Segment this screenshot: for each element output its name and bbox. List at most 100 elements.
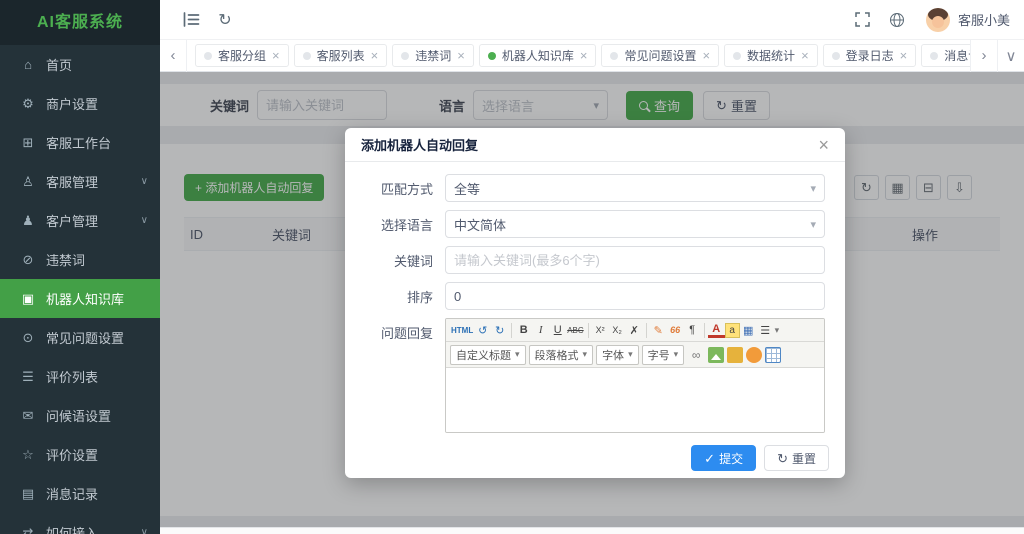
sidebar-item-customer-manage[interactable]: ♟ 客户管理 ∨ [0, 201, 160, 240]
strikethrough-icon[interactable]: ABC [566, 321, 584, 339]
match-mode-select[interactable]: 全等 ▾ [445, 174, 825, 202]
language-select-label: 选择语言 [380, 217, 433, 233]
sidebar-item-label: 客服工作台 [46, 136, 112, 151]
subscript-icon[interactable]: X₂ [609, 321, 626, 339]
tabs-menu-button[interactable]: ∨ [997, 39, 1024, 72]
paragraph-icon[interactable]: ¶ [684, 321, 701, 339]
reply-field-label: 问题回复 [380, 326, 433, 341]
remove-format-icon[interactable]: ✗ [626, 321, 643, 339]
sidebar-item-merchant-settings[interactable]: ⚙ 商户设置 [0, 84, 160, 123]
tab-close-icon[interactable]: × [457, 49, 465, 62]
tabs-scroll-left-button[interactable]: ‹ [160, 39, 187, 72]
modal-title: 添加机器人自动回复 [361, 138, 479, 153]
tab-item[interactable]: 客服分组 × [195, 44, 289, 67]
refresh-page-button[interactable]: ↻ [208, 0, 242, 40]
modal-header: 添加机器人自动回复 × [345, 128, 845, 162]
match-mode-label: 匹配方式 [380, 181, 433, 197]
emoji-icon[interactable] [746, 346, 763, 363]
list-style-icon[interactable]: ☰ [757, 321, 774, 339]
sidebar-item-review-list[interactable]: ☰ 评价列表 [0, 357, 160, 396]
sidebar-item-faq-settings[interactable]: ⊙ 常见问题设置 [0, 318, 160, 357]
modal-reset-button[interactable]: ↻ 重置 [764, 445, 829, 471]
tab-item[interactable]: 常见问题设置 × [601, 44, 720, 67]
sidebar-item-banned-words[interactable]: ⊘ 违禁词 [0, 240, 160, 279]
sidebar-item-label: 机器人知识库 [46, 292, 125, 307]
username: 客服小美 [957, 13, 1010, 28]
star-icon: ☆ [22, 446, 34, 462]
redo-icon[interactable]: ↻ [491, 321, 508, 339]
tab-dot-icon [204, 51, 212, 60]
chevron-right-icon: › [981, 47, 987, 64]
refresh-icon: ↻ [777, 450, 788, 466]
tab-item[interactable]: 违禁词 × [392, 44, 474, 67]
font-size-select[interactable]: 字号 ▾ [641, 344, 685, 365]
fullscreen-button[interactable] [846, 0, 880, 40]
custom-title-label: 自定义标题 [456, 349, 511, 362]
tab-item[interactable]: 数据统计 × [724, 44, 818, 67]
insert-table-icon[interactable] [765, 346, 782, 363]
sidebar-item-robot-knowledge-base[interactable]: ▣ 机器人知识库 [0, 279, 160, 318]
tab-item[interactable]: 消息记录 × [921, 44, 970, 67]
people-icon: ♟ [22, 212, 34, 228]
insert-grid-icon[interactable]: ▦ [740, 321, 757, 339]
toolbar-divider [703, 322, 705, 338]
sidebar-item-review-settings[interactable]: ☆ 评价设置 [0, 435, 160, 474]
paragraph-format-label: 段落格式 [534, 349, 579, 362]
tab-item-active[interactable]: 机器人知识库 × [478, 44, 597, 67]
sidebar-item-message-log[interactable]: ▤ 消息记录 [0, 474, 160, 513]
submit-button[interactable]: ✓ 提交 [691, 445, 757, 471]
collapse-sidebar-button[interactable] [174, 0, 208, 40]
insert-media-icon[interactable] [727, 346, 744, 363]
tab-close-icon[interactable]: × [702, 49, 710, 62]
sidebar-item-label: 消息记录 [46, 487, 99, 502]
undo-icon[interactable]: ↺ [474, 321, 491, 339]
tab-close-icon[interactable]: × [801, 49, 809, 62]
tab-item[interactable]: 登录日志 × [822, 44, 917, 67]
tab-close-icon[interactable]: × [371, 49, 379, 62]
blockquote-icon[interactable]: 66 [667, 321, 684, 339]
highlight-color-icon[interactable]: a [724, 322, 740, 338]
chevron-down-icon: ▾ [582, 349, 588, 359]
collapse-sidebar-icon [183, 12, 199, 27]
font-color-icon[interactable]: A [707, 323, 725, 338]
bold-icon[interactable]: B [515, 321, 532, 339]
sidebar-item-service-manage[interactable]: ♙ 客服管理 ∨ [0, 162, 160, 201]
italic-icon[interactable]: I [532, 321, 549, 339]
insert-image-icon[interactable] [708, 346, 725, 363]
underline-icon[interactable]: U [549, 321, 566, 339]
format-brush-icon[interactable]: ✎ [650, 321, 667, 339]
sort-field-input[interactable] [445, 282, 825, 310]
sidebar-item-service-workbench[interactable]: ⊞ 客服工作台 [0, 123, 160, 162]
sidebar-item-home[interactable]: ⌂ 首页 [0, 45, 160, 84]
tab-close-icon[interactable]: × [900, 49, 908, 62]
language-select[interactable]: 中文简体 ▾ [445, 210, 825, 238]
close-icon[interactable]: × [818, 136, 829, 154]
link-icon[interactable]: ∞ [687, 347, 705, 363]
check-icon: ✓ [704, 450, 716, 466]
sidebar-item-label: 评价列表 [46, 370, 99, 385]
editor-content-area[interactable] [446, 368, 824, 432]
sort-row: 排序 [365, 282, 825, 310]
superscript-icon[interactable]: X² [592, 321, 609, 339]
robot-icon: ▣ [21, 290, 35, 306]
horizontal-scrollbar[interactable] [160, 527, 1024, 534]
source-code-icon[interactable]: HTML [450, 321, 474, 339]
topbar: ↻ 客服小美 [160, 0, 1024, 40]
user-menu[interactable]: 客服小美 [925, 7, 1010, 32]
tab-close-icon[interactable]: × [580, 49, 588, 62]
sidebar-item-how-to-connect[interactable]: ⇄ 如何接入 ∨ [0, 513, 160, 534]
tab-item[interactable]: 客服列表 × [293, 44, 388, 67]
tab-close-icon[interactable]: × [272, 49, 280, 62]
font-family-select[interactable]: 字体 ▾ [596, 344, 639, 365]
keyword-field-input[interactable] [445, 246, 825, 274]
paragraph-format-select[interactable]: 段落格式 ▾ [528, 344, 594, 365]
custom-title-select[interactable]: 自定义标题 ▾ [450, 344, 526, 365]
chevron-down-icon: ▾ [515, 349, 520, 359]
tabs-scroll-right-button[interactable]: › [970, 39, 997, 72]
sidebar-item-greeting-settings[interactable]: ✉ 问候语设置 [0, 396, 160, 435]
sidebar: AI客服系统 ⌂ 首页 ⚙ 商户设置 ⊞ 客服工作台 ♙ 客服管理 ∨ ♟ 客户… [0, 0, 160, 534]
chevron-down-icon: ▾ [810, 218, 816, 231]
sidebar-item-label: 评价设置 [46, 448, 99, 463]
language-switch-button[interactable] [880, 0, 914, 40]
tabbar: ‹ 客服分组 × 客服列表 × 违禁词 × 机器人知识库 × 常见问题设置 × … [160, 39, 1024, 72]
